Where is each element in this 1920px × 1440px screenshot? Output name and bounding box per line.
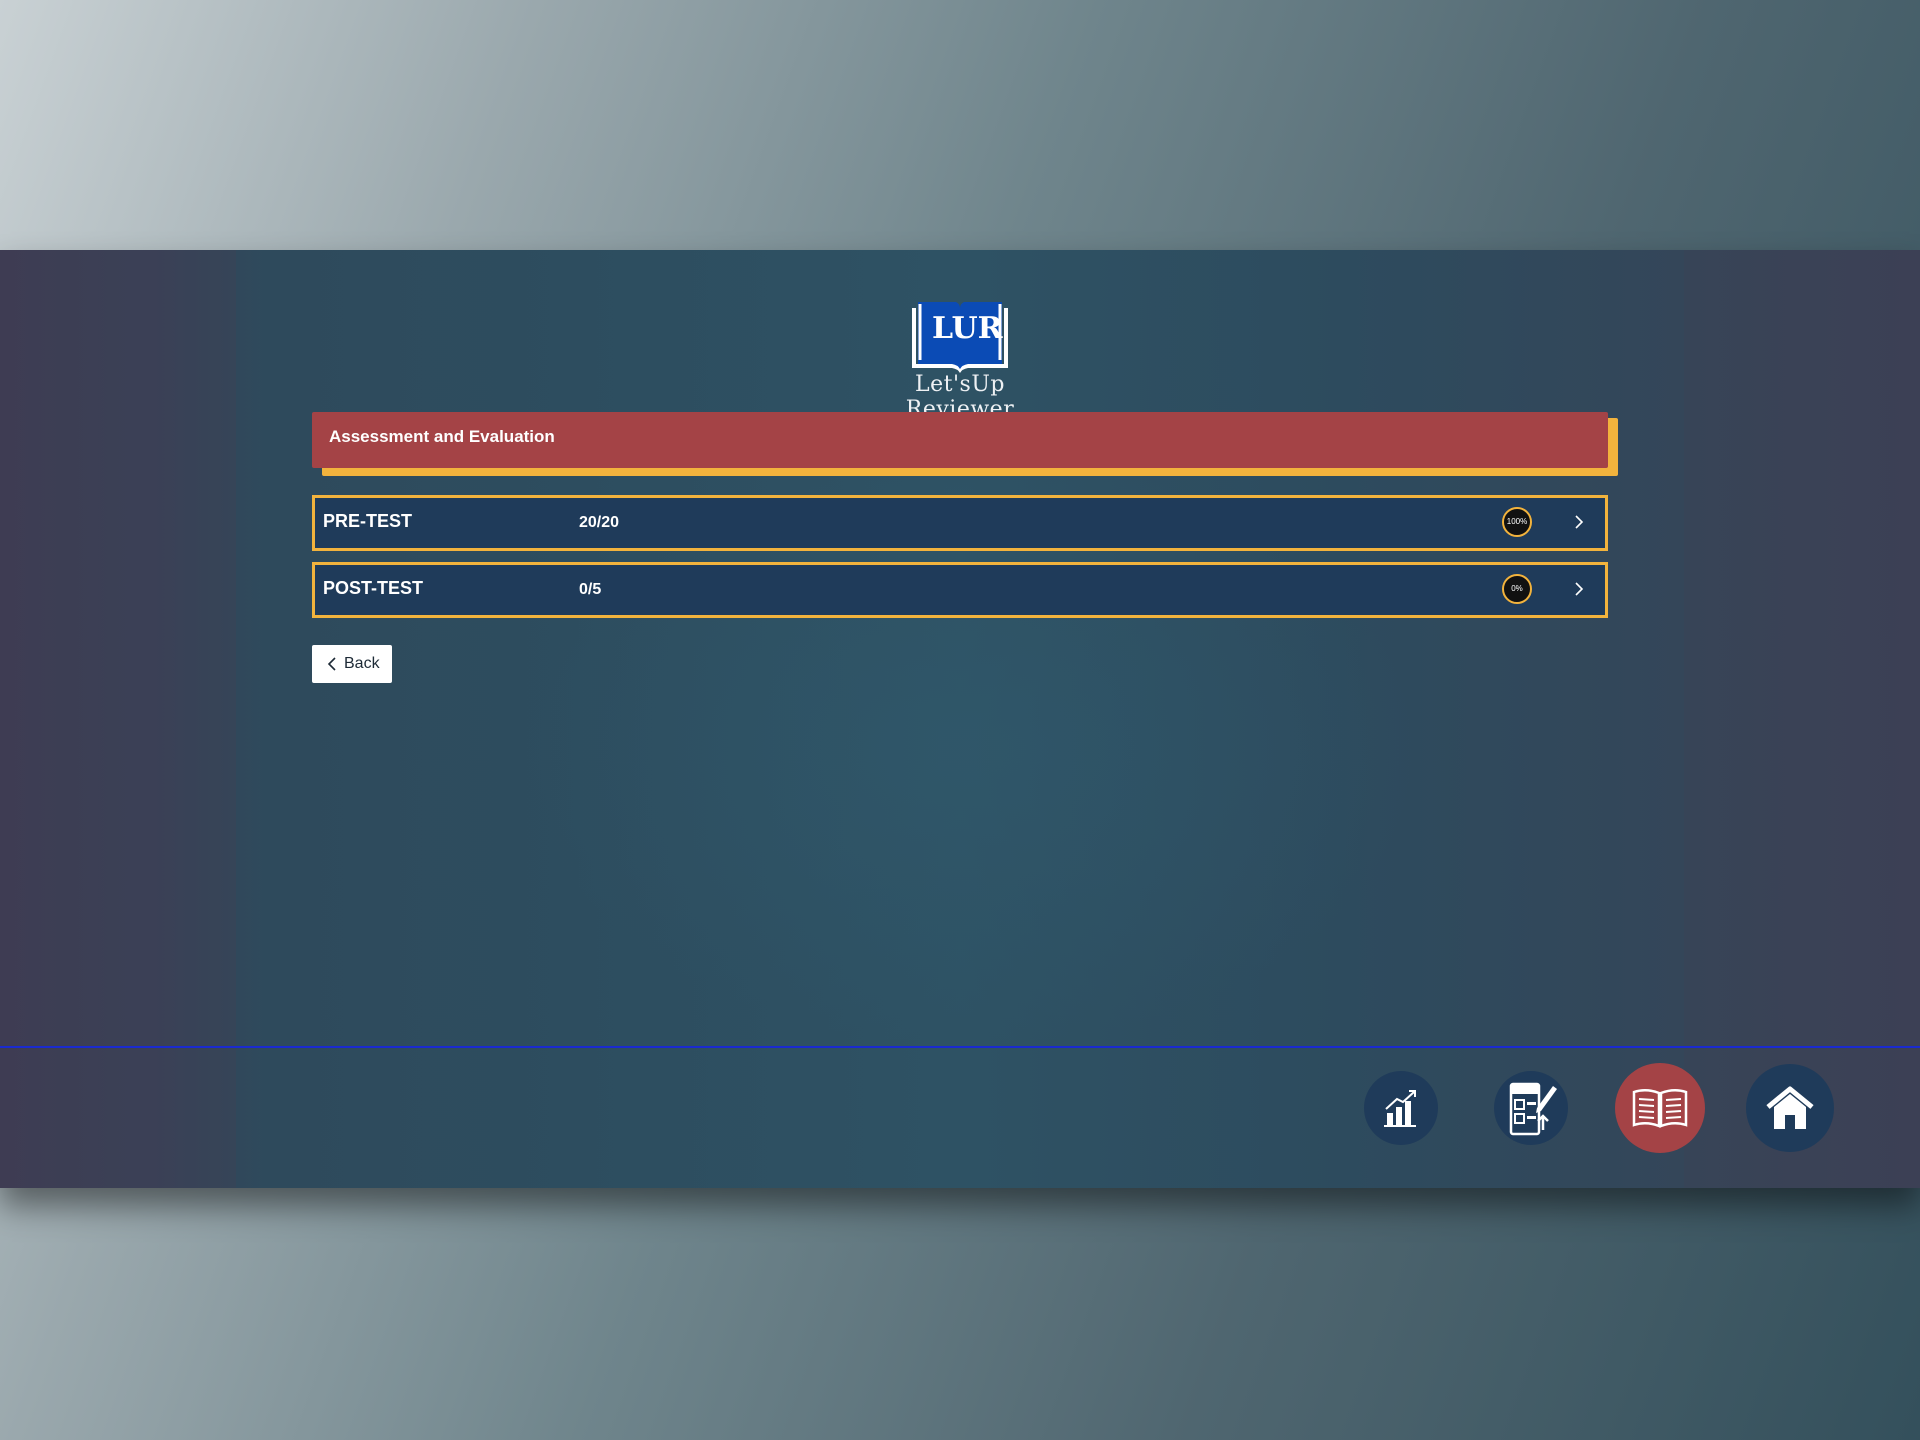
nav-divider [0, 1046, 1920, 1048]
chevron-right-icon [1575, 582, 1584, 596]
nav-exams-button[interactable] [1494, 1071, 1568, 1145]
test-score: 20/20 [579, 514, 620, 531]
progress-ring: 100% [1502, 507, 1532, 537]
house-icon [1766, 1086, 1814, 1129]
nav-statistics-button[interactable] [1364, 1071, 1438, 1145]
book-logo-icon: LUR [912, 302, 1008, 373]
test-sheet-pencil-icon [1509, 1082, 1557, 1136]
test-score: 0/5 [579, 581, 602, 598]
subject-title: Assessment and Evaluation [312, 412, 1608, 468]
back-button[interactable]: Back [312, 645, 392, 683]
test-row-pre-test[interactable]: PRE-TEST 20/20 100% [312, 495, 1608, 551]
chevron-left-icon [327, 657, 336, 671]
open-book-icon [1632, 1089, 1688, 1128]
test-name: PRE-TEST [323, 511, 413, 531]
logo-letters: LUR [932, 311, 1004, 346]
test-name: POST-TEST [323, 578, 424, 598]
app-logo: LUR Let'sUp Reviewer [860, 296, 1060, 422]
test-row-post-test[interactable]: POST-TEST 0/5 0% [312, 562, 1608, 618]
back-label: Back [344, 655, 380, 672]
nav-home-button[interactable] [1746, 1064, 1834, 1152]
app-window: LUR Let'sUp Reviewer Assessment and Eval… [0, 250, 1920, 1188]
nav-reviewer-button[interactable] [1615, 1063, 1705, 1153]
progress-ring: 0% [1502, 574, 1532, 604]
chevron-right-icon [1575, 515, 1584, 529]
bar-chart-growth-icon [1384, 1090, 1416, 1127]
